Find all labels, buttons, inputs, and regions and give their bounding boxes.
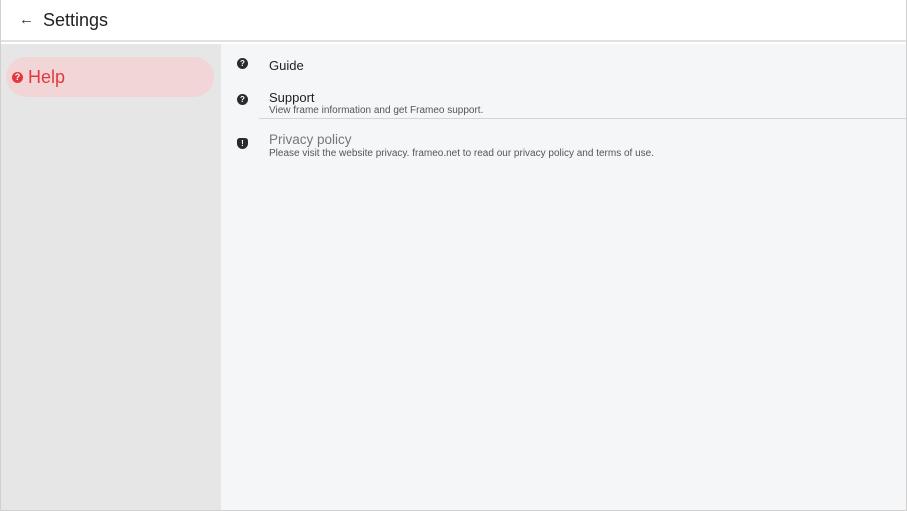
settings-window: ← Settings ? Help ? Guide ? Support View… [0, 0, 907, 511]
list-item-support[interactable]: ? Support View frame information and get… [221, 84, 906, 119]
item-subtitle: View frame information and get Frameo su… [269, 105, 484, 116]
sidebar: ? Help [1, 44, 221, 510]
item-title: Guide [269, 58, 304, 73]
item-title: Privacy policy [269, 132, 352, 147]
sidebar-item-help[interactable]: ? Help [6, 57, 214, 97]
help-badge-icon: ? [237, 94, 248, 105]
shield-icon: ! [237, 138, 248, 149]
divider [259, 118, 906, 119]
app-header: ← Settings [1, 0, 906, 42]
help-circle-icon: ? [237, 58, 248, 69]
sidebar-item-label: Help [28, 66, 66, 87]
list-item-guide[interactable]: ? Guide [221, 44, 906, 84]
help-content: ? Guide ? Support View frame information… [221, 44, 906, 510]
help-circle-icon: ? [12, 71, 23, 83]
item-subtitle: Please visit the website privacy. frameo… [269, 148, 654, 159]
list-item-privacy-policy[interactable]: ! Privacy policy Please visit the websit… [221, 128, 906, 168]
back-arrow-icon[interactable]: ← [19, 10, 37, 30]
item-title: Support [269, 90, 315, 105]
page-title: Settings [43, 9, 109, 30]
